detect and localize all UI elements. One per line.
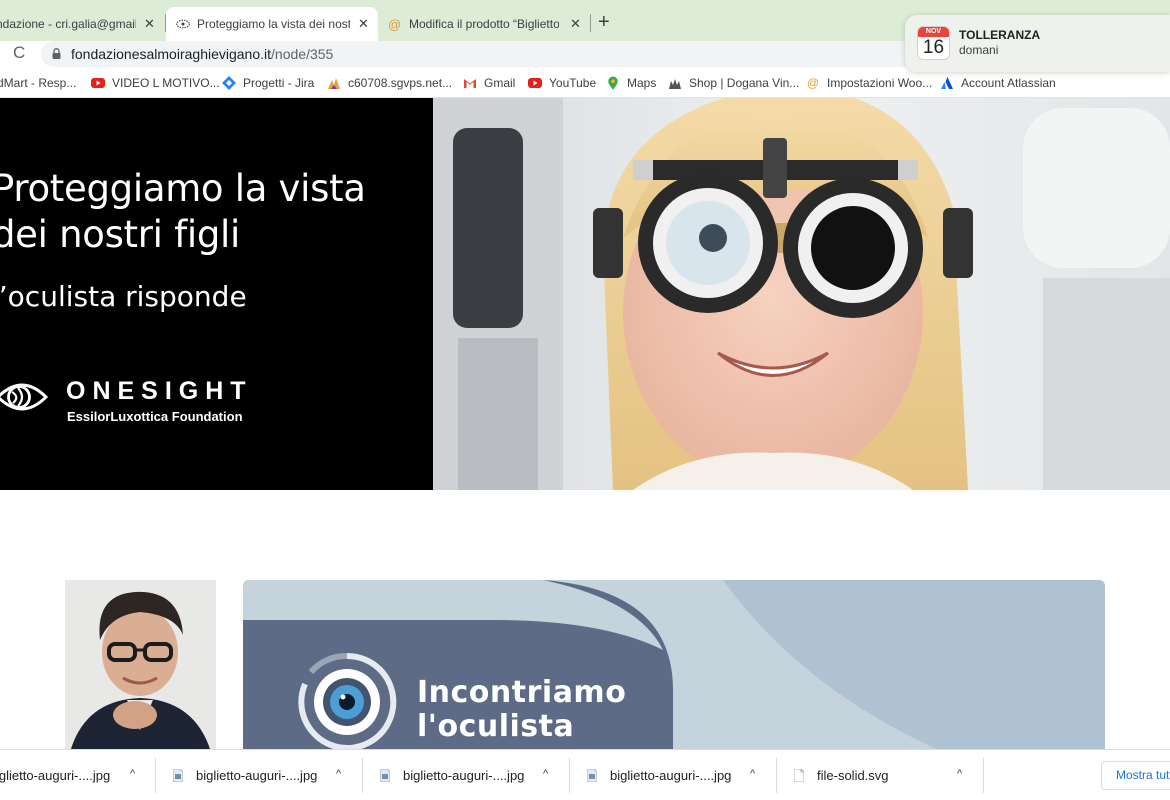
chevron-up-icon[interactable]: ^ — [336, 768, 341, 780]
bookmark-label: Impostazioni Woo... — [827, 76, 933, 90]
download-filename: biglietto-auguri-....jpg — [403, 768, 525, 783]
bookmark-label: Progetti - Jira — [243, 76, 315, 90]
tab-active-proteggiamo[interactable]: Proteggiamo la vista dei nostri ✕ — [166, 7, 378, 41]
tab-title: ndazione - cri.galia@gmail.c — [0, 17, 136, 31]
youtube-icon — [91, 78, 105, 88]
hero-title-line-2: dei nostri figli — [0, 213, 240, 256]
bookmark-label: Gmail — [484, 76, 516, 90]
download-filename: file-solid.svg — [817, 768, 889, 783]
calendar-icon: NOV 16 — [917, 26, 950, 60]
image-file-icon — [173, 769, 183, 782]
download-separator — [155, 758, 156, 793]
banner-title: Incontriamo l'oculista — [417, 676, 626, 744]
shop-icon — [669, 79, 681, 89]
image-file-icon — [380, 769, 390, 782]
tab-close-icon[interactable]: ✕ — [144, 16, 155, 32]
calendar-day: 16 — [922, 37, 945, 58]
bookmark-dogana[interactable]: Shop | Dogana Vin... — [668, 76, 799, 90]
eye-logo-icon — [298, 652, 397, 751]
download-item[interactable]: iglietto-auguri-....jpg ^ — [0, 750, 156, 800]
bookmark-label: c60708.sgvps.net... — [348, 76, 453, 90]
brand-name: ONESIGHT — [66, 377, 253, 405]
tab-woocommerce[interactable]: @ Modifica il prodotto “Biglietto a ✕ — [378, 7, 590, 41]
file-icon — [794, 769, 804, 782]
bookmark-gmail[interactable]: Gmail — [463, 76, 515, 90]
show-all-downloads-button[interactable]: Mostra tutti — [1101, 761, 1170, 790]
bookmark-label: dMart - Resp... — [0, 76, 77, 90]
chevron-up-icon[interactable]: ^ — [750, 768, 755, 780]
new-tab-button[interactable]: + — [598, 10, 610, 34]
tab-separator — [590, 14, 591, 32]
download-item[interactable]: file-solid.svg ^ — [794, 750, 979, 800]
chevron-up-icon[interactable]: ^ — [543, 768, 548, 780]
calendar-month: NOV — [918, 27, 949, 37]
download-filename: iglietto-auguri-....jpg — [0, 768, 111, 783]
notification-subtitle: domani — [959, 43, 999, 57]
download-separator — [569, 758, 570, 793]
bookmark-label: Account Atlassian — [961, 76, 1056, 90]
page-favicon-icon — [176, 19, 190, 29]
woo-favicon-icon: @ — [388, 16, 402, 32]
bookmark-woo[interactable]: @ Impostazioni Woo... — [806, 76, 932, 90]
siteground-icon — [328, 78, 340, 89]
bookmark-video[interactable]: VIDEO L MOTIVO... — [91, 76, 220, 90]
bookmark-label: Shop | Dogana Vin... — [689, 76, 800, 90]
download-item[interactable]: biglietto-auguri-....jpg ^ — [173, 750, 358, 800]
gmail-icon — [464, 79, 476, 88]
bookmark-youtube[interactable]: YouTube — [528, 76, 596, 90]
bookmark-label: YouTube — [549, 76, 597, 90]
banner-title-line-2: l'oculista — [417, 709, 575, 744]
download-item[interactable]: biglietto-auguri-....jpg ^ — [587, 750, 772, 800]
bookmarks-bar: dMart - Resp... VIDEO L MOTIVO... Proget… — [0, 71, 1170, 98]
reload-icon[interactable]: C — [13, 43, 25, 63]
hero-child-eye-exam-image — [433, 98, 1170, 490]
hero-banner: Proteggiamo la vista dei nostri figli l’… — [0, 98, 1170, 490]
tab-title: Proteggiamo la vista dei nostri — [197, 17, 350, 31]
image-file-icon — [587, 769, 597, 782]
notification-title: TOLLERANZA — [959, 28, 1041, 42]
chevron-up-icon[interactable]: ^ — [130, 768, 135, 780]
address-bar[interactable]: fondazionesalmoiraghievigano.it/node/355 — [41, 41, 1041, 67]
doctor-portrait-image — [65, 580, 216, 752]
download-separator — [362, 758, 363, 793]
woo-icon: @ — [806, 76, 820, 90]
brand-subtitle: EssilorLuxottica Foundation — [67, 409, 243, 424]
atlassian-icon — [941, 77, 953, 89]
calendar-notification[interactable]: NOV 16 TOLLERANZA domani — [905, 15, 1170, 72]
bookmark-label: VIDEO L MOTIVO... — [112, 76, 220, 90]
maps-pin-icon — [608, 76, 618, 90]
lock-icon[interactable] — [52, 48, 61, 59]
tab-gmail[interactable]: ndazione - cri.galia@gmail.c ✕ — [0, 7, 164, 41]
hero-text-panel: Proteggiamo la vista dei nostri figli l’… — [0, 98, 433, 490]
bookmark-jira[interactable]: Progetti - Jira — [222, 76, 314, 90]
jira-icon — [222, 76, 236, 90]
banner-title-line-1: Incontriamo — [417, 675, 627, 710]
downloads-shelf: iglietto-auguri-....jpg ^ biglietto-augu… — [0, 749, 1170, 800]
download-filename: biglietto-auguri-....jpg — [610, 768, 732, 783]
tab-close-icon[interactable]: ✕ — [570, 16, 581, 32]
bookmark-dmart[interactable]: dMart - Resp... — [0, 76, 76, 90]
download-item[interactable]: biglietto-auguri-....jpg ^ — [380, 750, 565, 800]
hero-subtitle: l’oculista risponde — [0, 280, 247, 313]
bookmark-sgvps[interactable]: c60708.sgvps.net... — [327, 76, 452, 90]
hero-title: Proteggiamo la vista dei nostri figli — [0, 166, 366, 258]
tab-title: Modifica il prodotto “Biglietto a — [409, 17, 559, 31]
bookmark-maps[interactable]: Maps — [606, 76, 656, 90]
bookmark-label: Maps — [627, 76, 657, 90]
onesight-eye-logo-icon — [0, 383, 49, 411]
event-banner[interactable]: Incontriamo l'oculista — [243, 580, 1105, 752]
url-host: fondazionesalmoiraghievigano.it — [71, 46, 272, 62]
chevron-up-icon[interactable]: ^ — [957, 768, 962, 780]
download-separator — [983, 758, 984, 793]
download-separator — [776, 758, 777, 793]
url-path: /node/355 — [271, 46, 334, 62]
hero-title-line-1: Proteggiamo la vista — [0, 167, 366, 210]
youtube-icon — [528, 78, 542, 88]
bookmark-atlassian[interactable]: Account Atlassian — [940, 76, 1056, 90]
tab-close-icon[interactable]: ✕ — [358, 16, 369, 32]
download-filename: biglietto-auguri-....jpg — [196, 768, 318, 783]
doctor-portrait-art — [65, 580, 216, 752]
